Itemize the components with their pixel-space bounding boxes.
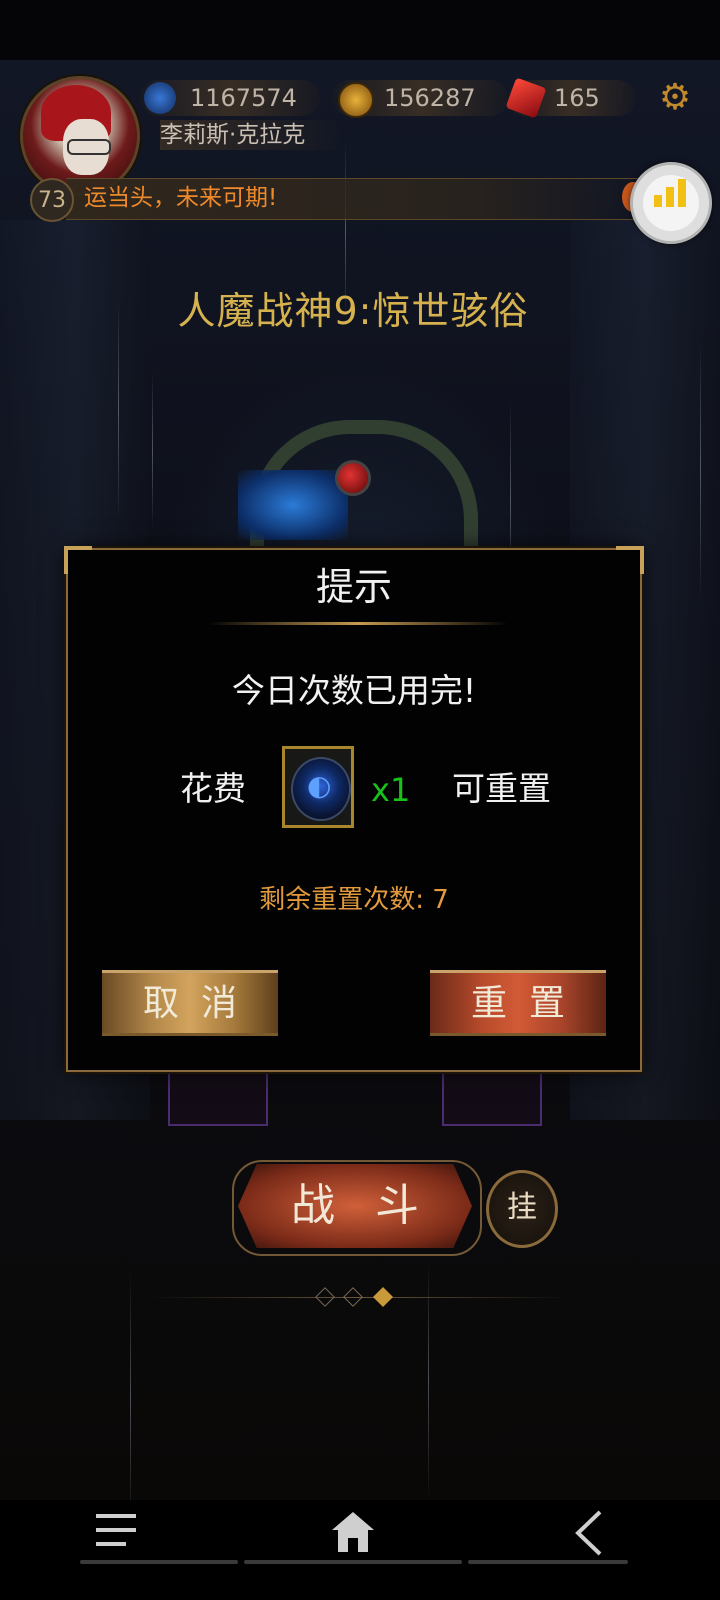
crystal-count: 1167574 — [190, 84, 297, 112]
nav-indicator — [80, 1560, 238, 1564]
player-motto: 运当头，未来可期! — [84, 185, 278, 211]
level-badge: 73 — [30, 178, 74, 222]
player-name: 李莉斯·克拉克 — [160, 120, 346, 150]
gold-count: 156287 — [384, 84, 476, 112]
reset-button[interactable]: 重置 — [430, 970, 606, 1036]
nav-indicator — [468, 1560, 628, 1564]
reset-token-icon: ◐ — [307, 769, 332, 802]
gear-icon[interactable]: ⚙ — [657, 80, 693, 116]
equipment-slot-left[interactable] — [168, 1068, 268, 1126]
gold-coin-icon — [338, 82, 374, 118]
cancel-button[interactable]: 取消 — [102, 970, 278, 1036]
home-icon[interactable] — [330, 1510, 376, 1558]
blue-crystal-icon — [144, 82, 176, 114]
reset-dialog: 提示 今日次数已用完! 花费 ◐ x1 可重置 剩余重置次数: 7 取消 重置 — [64, 546, 644, 1072]
avatar-glasses — [67, 139, 111, 155]
rain-streak — [700, 340, 701, 600]
signal-bars-icon[interactable] — [630, 162, 712, 244]
signal-bar — [666, 187, 674, 207]
equipment-slot-right[interactable] — [442, 1068, 542, 1126]
stage-title: 人魔战神9:惊世骇俗 — [177, 289, 529, 333]
remaining-resets: 剩余重置次数: 7 — [259, 885, 449, 915]
cost-suffix: 可重置 — [452, 769, 551, 808]
menu-icon[interactable] — [96, 1510, 140, 1554]
rain-streak — [130, 1270, 131, 1520]
reset-token-item[interactable]: ◐ — [282, 746, 354, 828]
title-divider — [208, 622, 508, 625]
signal-bar — [654, 195, 662, 207]
auto-battle-button[interactable]: 挂 — [486, 1170, 558, 1248]
arch-gem — [335, 460, 371, 496]
blue-spirit — [238, 470, 348, 540]
cost-prefix: 花费 — [180, 769, 246, 808]
back-icon[interactable] — [574, 1510, 604, 1560]
cost-quantity: x1 — [371, 771, 411, 809]
rain-streak — [428, 1260, 429, 1500]
signal-bar — [678, 179, 686, 207]
signal-button-inner — [643, 175, 699, 231]
battle-button[interactable]: 战斗 — [238, 1164, 472, 1248]
dialog-title: 提示 — [315, 565, 392, 609]
dialog-message: 今日次数已用完! — [231, 671, 477, 710]
rain-streak — [152, 370, 153, 530]
nav-indicator — [244, 1560, 462, 1564]
gem-count: 165 — [554, 84, 600, 112]
